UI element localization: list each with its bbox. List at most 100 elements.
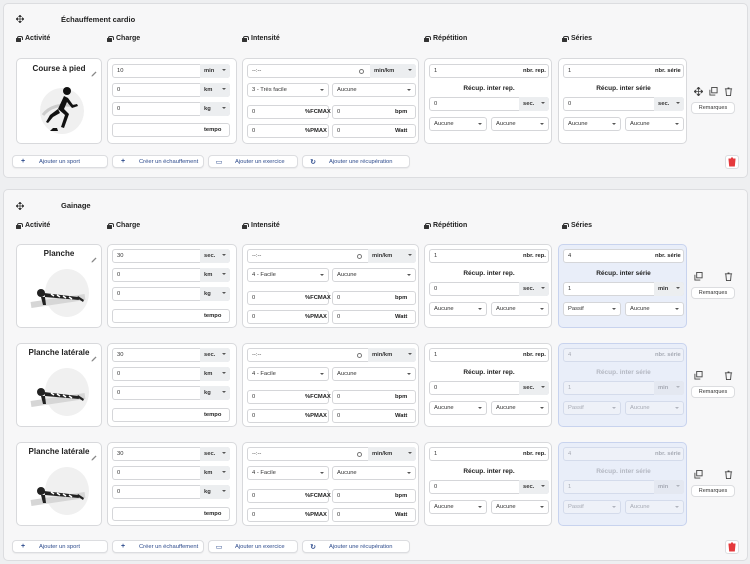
charge-unit-select[interactable]: min: [200, 64, 230, 78]
move-icon[interactable]: [694, 87, 703, 96]
trash-icon[interactable]: [724, 470, 733, 479]
plank-figure-icon: [30, 467, 89, 515]
recup-serie-mode-select[interactable]: Aucune: [625, 302, 684, 316]
bpm-label: bpm: [395, 493, 408, 499]
tempo-label: tempo: [204, 412, 222, 418]
repetition-card: 1 nbr. rep. Récup. inter rep. 0 sec. Auc…: [424, 343, 552, 427]
fcmax-label: %FCMAX: [305, 394, 331, 400]
charge-unit-select[interactable]: sec.: [200, 249, 230, 263]
activity-name: Planche latérale: [28, 348, 90, 357]
intensity-level-select[interactable]: 4 - Facile: [247, 367, 329, 381]
recup-rep-unit-select[interactable]: sec.: [519, 282, 549, 296]
charge-card: 30 sec. 0 km 0 kg tempo: [107, 343, 237, 427]
weight-unit-select[interactable]: kg: [200, 386, 230, 400]
remarques-button[interactable]: Remarques: [691, 485, 735, 497]
create-warmup-button[interactable]: + Créer un échauffement: [112, 155, 204, 168]
running-figure-icon: [40, 87, 84, 134]
clock-icon: [357, 451, 362, 457]
trash-icon[interactable]: [724, 371, 733, 380]
delete-section-button[interactable]: [725, 155, 739, 169]
intensity-level-select[interactable]: 3 - Très facile: [247, 83, 329, 97]
copy-icon[interactable]: [709, 87, 718, 96]
series-count-label: nbr. série: [655, 68, 681, 74]
distance-unit-select[interactable]: km: [200, 268, 230, 282]
recup-rep-type-select[interactable]: Aucune: [429, 500, 487, 514]
add-sport-button[interactable]: + Ajouter un sport: [12, 155, 108, 168]
charge-card: 10 min 0 km 0 kg tempo: [107, 58, 237, 144]
pace-unit-select[interactable]: min/km: [368, 249, 416, 263]
plus-icon: +: [120, 543, 126, 550]
series-count-label: nbr. série: [655, 253, 681, 259]
create-warmup-button[interactable]: + Créer un échauffement: [112, 540, 204, 553]
trash-icon[interactable]: [724, 272, 733, 281]
trash-icon: [728, 157, 736, 167]
section-title: Échauffement cardio: [61, 15, 136, 24]
remarques-button[interactable]: Remarques: [691, 386, 735, 398]
weight-unit-select[interactable]: kg: [200, 485, 230, 499]
intensity-zone-select[interactable]: Aucune: [332, 268, 416, 282]
lock-icon: [242, 35, 249, 42]
pace-unit-select[interactable]: min/km: [370, 64, 416, 78]
activity-card[interactable]: Planche latérale: [16, 343, 102, 427]
intensity-zone-select[interactable]: Aucune: [332, 83, 416, 97]
add-recovery-button[interactable]: ↻ Ajouter une récupération: [302, 540, 410, 553]
copy-icon[interactable]: [694, 371, 703, 380]
clock-icon: [359, 68, 364, 74]
delete-section-button[interactable]: [725, 540, 739, 554]
recup-rep-type-select[interactable]: Aucune: [429, 302, 487, 316]
distance-unit-select[interactable]: km: [200, 83, 230, 97]
plank-figure-icon: [30, 368, 89, 416]
header-series: Séries: [562, 35, 592, 42]
activity-card[interactable]: Course à pied: [16, 58, 102, 144]
pace-unit-select[interactable]: min/km: [368, 447, 416, 461]
rep-count-label: nbr. rep.: [523, 451, 546, 457]
recup-rep-unit-select[interactable]: sec.: [519, 480, 549, 494]
recup-rep-mode-select[interactable]: Aucune: [491, 401, 549, 415]
lock-icon: [562, 35, 569, 42]
exercise-icon: ▭: [215, 543, 223, 551]
copy-icon[interactable]: [694, 272, 703, 281]
charge-unit-select[interactable]: sec.: [200, 348, 230, 362]
recup-serie-type-select[interactable]: Aucune: [563, 117, 621, 131]
recup-rep-type-select[interactable]: Aucune: [429, 401, 487, 415]
intensity-zone-select[interactable]: Aucune: [332, 466, 416, 480]
add-sport-button[interactable]: + Ajouter un sport: [12, 540, 108, 553]
recup-rep-mode-select[interactable]: Aucune: [491, 117, 549, 131]
pace-unit-select[interactable]: min/km: [368, 348, 416, 362]
activity-name: Course à pied: [32, 64, 86, 73]
repetition-card: 1 nbr. rep. Récup. inter rep. 0 sec. Auc…: [424, 244, 552, 328]
charge-unit-select[interactable]: sec.: [200, 447, 230, 461]
trash-icon[interactable]: [724, 87, 733, 96]
weight-unit-select[interactable]: kg: [200, 287, 230, 301]
activity-card[interactable]: Planche latérale: [16, 442, 102, 526]
weight-unit-select[interactable]: kg: [200, 102, 230, 116]
recup-serie-type-select[interactable]: Passif: [563, 302, 621, 316]
recup-rep-mode-select[interactable]: Aucune: [491, 500, 549, 514]
recup-serie-unit-select[interactable]: sec.: [654, 97, 684, 111]
recup-serie-unit-select[interactable]: min: [654, 282, 684, 296]
pencil-icon[interactable]: [91, 71, 97, 77]
remarques-button[interactable]: Remarques: [691, 287, 735, 299]
remarques-button[interactable]: Remarques: [691, 102, 735, 114]
recup-serie-mode-select[interactable]: Aucune: [625, 117, 684, 131]
distance-unit-select[interactable]: km: [200, 466, 230, 480]
intensity-level-select[interactable]: 4 - Facile: [247, 268, 329, 282]
header-intensite: Intensité: [242, 222, 280, 229]
trash-icon: [728, 542, 736, 552]
activity-card[interactable]: Planche: [16, 244, 102, 328]
watt-label: Watt: [395, 512, 408, 518]
recup-rep-unit-select[interactable]: sec.: [519, 97, 549, 111]
recup-rep-unit-select[interactable]: sec.: [519, 381, 549, 395]
intensity-zone-select[interactable]: Aucune: [332, 367, 416, 381]
recup-rep-mode-select[interactable]: Aucune: [491, 302, 549, 316]
distance-unit-select[interactable]: km: [200, 367, 230, 381]
add-recovery-button[interactable]: ↻ Ajouter une récupération: [302, 155, 410, 168]
intensity-level-select[interactable]: 4 - Facile: [247, 466, 329, 480]
recup-rep-type-select[interactable]: Aucune: [429, 117, 487, 131]
move-icon[interactable]: [16, 15, 24, 23]
clock-icon: [357, 352, 362, 358]
copy-icon[interactable]: [694, 470, 703, 479]
move-icon[interactable]: [16, 202, 24, 210]
add-exercise-button[interactable]: ▭ Ajouter un exercice: [208, 540, 298, 553]
add-exercise-button[interactable]: ▭ Ajouter un exercice: [208, 155, 298, 168]
